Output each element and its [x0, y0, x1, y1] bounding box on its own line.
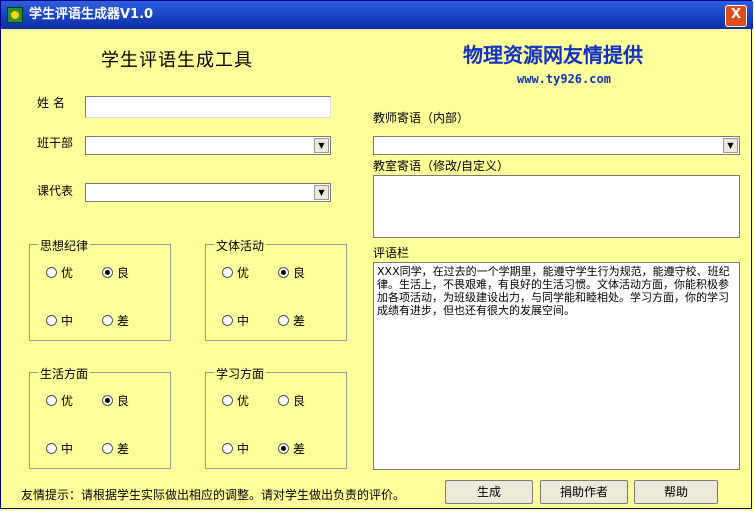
radio-circle[interactable]	[102, 315, 113, 326]
radio-label: 中	[61, 442, 74, 456]
radio-circle[interactable]	[278, 267, 289, 278]
comment-label: 评语栏	[373, 246, 410, 260]
generate-button[interactable]: 生成	[445, 480, 533, 504]
close-button[interactable]: X	[725, 5, 747, 27]
radio-circle[interactable]	[46, 267, 57, 278]
radio-option[interactable]: 优	[222, 264, 249, 281]
group-study: 学习方面 优 良 中 差	[205, 365, 347, 469]
radio-option[interactable]: 良	[278, 392, 305, 409]
group-title: 文体活动	[214, 237, 267, 254]
group-title: 生活方面	[38, 365, 91, 382]
radio-label: 差	[117, 442, 130, 456]
radio-circle[interactable]	[46, 395, 57, 406]
radio-circle[interactable]	[222, 443, 233, 454]
radio-option[interactable]: 良	[102, 264, 129, 281]
comment-textarea[interactable]: XXX同学，在过去的一个学期里，能遵守学生行为规范，能遵守校、班纪律。生活上，不…	[373, 262, 740, 470]
radio-label: 中	[237, 442, 250, 456]
radio-option[interactable]: 中	[222, 312, 249, 329]
radio-circle[interactable]	[102, 443, 113, 454]
radio-label: 良	[117, 266, 130, 280]
cadre-select[interactable]: ▼	[85, 136, 331, 155]
brand-text: 物理资源网友情提供	[463, 43, 643, 67]
main-window: 学生评语生成器V1.0 X 学生评语生成工具 物理资源网友情提供 www.ty9…	[0, 0, 753, 509]
teacher-message-label: 教师寄语（内部）	[373, 111, 470, 125]
brand-url: www.ty926.com	[517, 72, 611, 86]
radio-circle[interactable]	[222, 267, 233, 278]
radio-option[interactable]: 差	[102, 312, 129, 329]
group-thought-discipline: 思想纪律 优 良 中 差	[29, 237, 171, 341]
donate-button[interactable]: 捐助作者	[540, 480, 628, 504]
radio-option[interactable]: 中	[46, 440, 73, 457]
course-label: 课代表	[37, 184, 74, 198]
app-icon	[7, 7, 23, 23]
name-input[interactable]	[85, 96, 331, 118]
radio-label: 优	[237, 394, 250, 408]
radio-option[interactable]: 差	[102, 440, 129, 457]
radio-circle[interactable]	[46, 315, 57, 326]
radio-option[interactable]: 优	[46, 264, 73, 281]
radio-label: 差	[293, 314, 306, 328]
radio-option[interactable]: 差	[278, 312, 305, 329]
radio-option[interactable]: 中	[46, 312, 73, 329]
teacher-message-select[interactable]: ▼	[373, 136, 740, 155]
radio-option[interactable]: 中	[222, 440, 249, 457]
radio-label: 良	[293, 266, 306, 280]
group-title: 思想纪律	[38, 237, 91, 254]
radio-option[interactable]: 差	[278, 440, 305, 457]
radio-label: 差	[117, 314, 130, 328]
radio-circle[interactable]	[102, 395, 113, 406]
name-label: 姓 名	[37, 96, 65, 110]
radio-label: 优	[237, 266, 250, 280]
radio-option[interactable]: 良	[278, 264, 305, 281]
radio-label: 优	[61, 266, 74, 280]
chevron-down-icon[interactable]: ▼	[314, 185, 329, 200]
chevron-down-icon[interactable]: ▼	[314, 138, 329, 153]
radio-label: 优	[61, 394, 74, 408]
radio-label: 良	[117, 394, 130, 408]
radio-option[interactable]: 优	[222, 392, 249, 409]
group-life: 生活方面 优 良 中 差	[29, 365, 171, 469]
radio-option[interactable]: 良	[102, 392, 129, 409]
chevron-down-icon[interactable]: ▼	[723, 138, 738, 153]
class-message-label: 教室寄语（修改/自定义）	[373, 159, 510, 173]
radio-label: 良	[293, 394, 306, 408]
cadre-label: 班干部	[37, 136, 74, 150]
app-title: 学生评语生成工具	[101, 50, 253, 71]
window-title: 学生评语生成器V1.0	[29, 7, 154, 22]
help-button[interactable]: 帮助	[634, 480, 718, 504]
radio-label: 中	[61, 314, 74, 328]
class-message-textarea[interactable]	[373, 175, 740, 238]
radio-label: 中	[237, 314, 250, 328]
radio-circle[interactable]	[278, 395, 289, 406]
radio-circle[interactable]	[278, 315, 289, 326]
radio-label: 差	[293, 442, 306, 456]
hint-text: 友情提示：请根据学生实际做出相应的调整。请对学生做出负责的评价。	[21, 488, 406, 502]
radio-circle[interactable]	[222, 395, 233, 406]
group-title: 学习方面	[214, 365, 267, 382]
title-bar[interactable]: 学生评语生成器V1.0 X	[1, 1, 753, 29]
course-select[interactable]: ▼	[85, 183, 331, 202]
radio-circle[interactable]	[46, 443, 57, 454]
radio-circle[interactable]	[222, 315, 233, 326]
group-sports-activities: 文体活动 优 良 中 差	[205, 237, 347, 341]
radio-circle[interactable]	[102, 267, 113, 278]
radio-option[interactable]: 优	[46, 392, 73, 409]
radio-circle[interactable]	[278, 443, 289, 454]
